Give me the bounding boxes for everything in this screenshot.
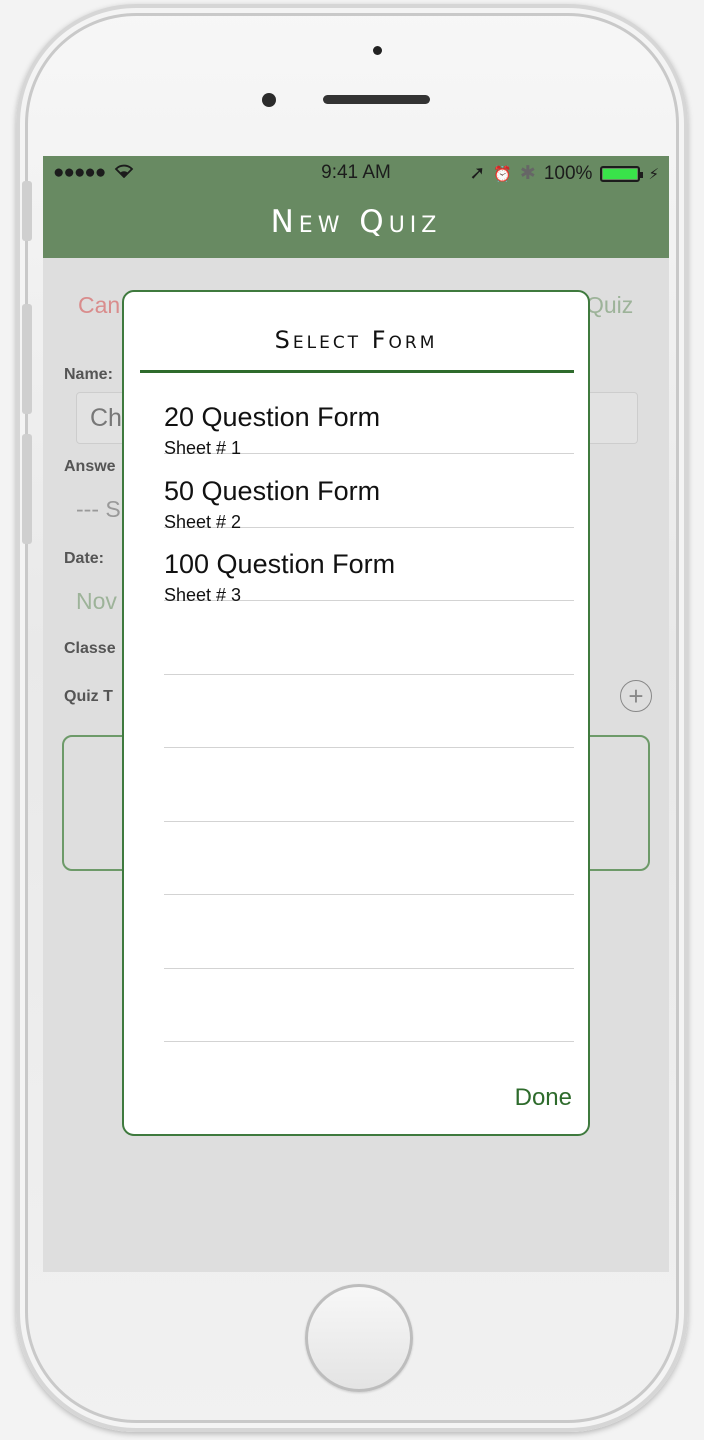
done-button[interactable]: Done [515,1084,572,1112]
empty-row [164,674,574,748]
proximity-sensor [373,46,382,55]
select-form-dialog: Select Form 20 Question Form Sheet # 1 5… [122,290,590,1136]
front-camera [262,93,276,107]
page-title: New Quiz [270,204,442,240]
empty-row [164,748,574,822]
status-right: ➚ ⏰ ✱ 100% ⚡ [469,162,659,185]
earpiece-speaker [323,95,430,104]
mute-switch [22,181,32,241]
bluetooth-icon: ✱ [519,163,536,184]
cancel-button[interactable]: Can [78,292,120,319]
volume-down-button [22,434,32,544]
phone-frame: ●●●●● 9:41 AM ➚ ⏰ ✱ 100% ⚡ New Quiz Can [16,4,688,1432]
classes-label: Classe [64,640,116,657]
form-option-50[interactable]: 50 Question Form Sheet # 2 [164,454,574,532]
empty-row [164,601,574,675]
screen: ●●●●● 9:41 AM ➚ ⏰ ✱ 100% ⚡ New Quiz Can [43,156,669,1272]
alarm-icon: ⏰ [493,165,512,183]
form-option-20[interactable]: 20 Question Form Sheet # 1 [164,380,574,458]
date-label: Date: [64,550,105,567]
battery-icon [600,165,644,182]
answer-value[interactable]: --- S [76,496,121,523]
status-bar: ●●●●● 9:41 AM ➚ ⏰ ✱ 100% ⚡ [43,156,669,190]
home-button[interactable] [305,1284,413,1392]
name-value: Ch [90,404,122,432]
title-divider [140,370,574,373]
dialog-title: Select Form [274,326,438,354]
empty-row [164,821,574,895]
battery-percent: 100% [543,162,593,184]
quiz-type-label: Quiz T [64,688,113,705]
empty-row [164,968,574,1042]
add-icon[interactable]: + [620,680,652,712]
name-label: Name: [64,366,113,383]
form-option-title: 20 Question Form [164,402,381,432]
form-option-100[interactable]: 100 Question Form Sheet # 3 [164,527,574,605]
form-option-title: 100 Question Form [164,549,396,579]
save-quiz-button[interactable]: Quiz [586,292,633,319]
volume-up-button [22,304,32,414]
empty-row [164,895,574,969]
charging-icon: ⚡ [648,165,659,183]
navigation-bar: ●●●●● 9:41 AM ➚ ⏰ ✱ 100% ⚡ New Quiz [43,156,669,258]
form-option-title: 50 Question Form [164,476,381,506]
date-value[interactable]: Nov [76,588,117,615]
answer-label: Answe [64,458,116,475]
location-icon: ➚ [469,163,486,184]
